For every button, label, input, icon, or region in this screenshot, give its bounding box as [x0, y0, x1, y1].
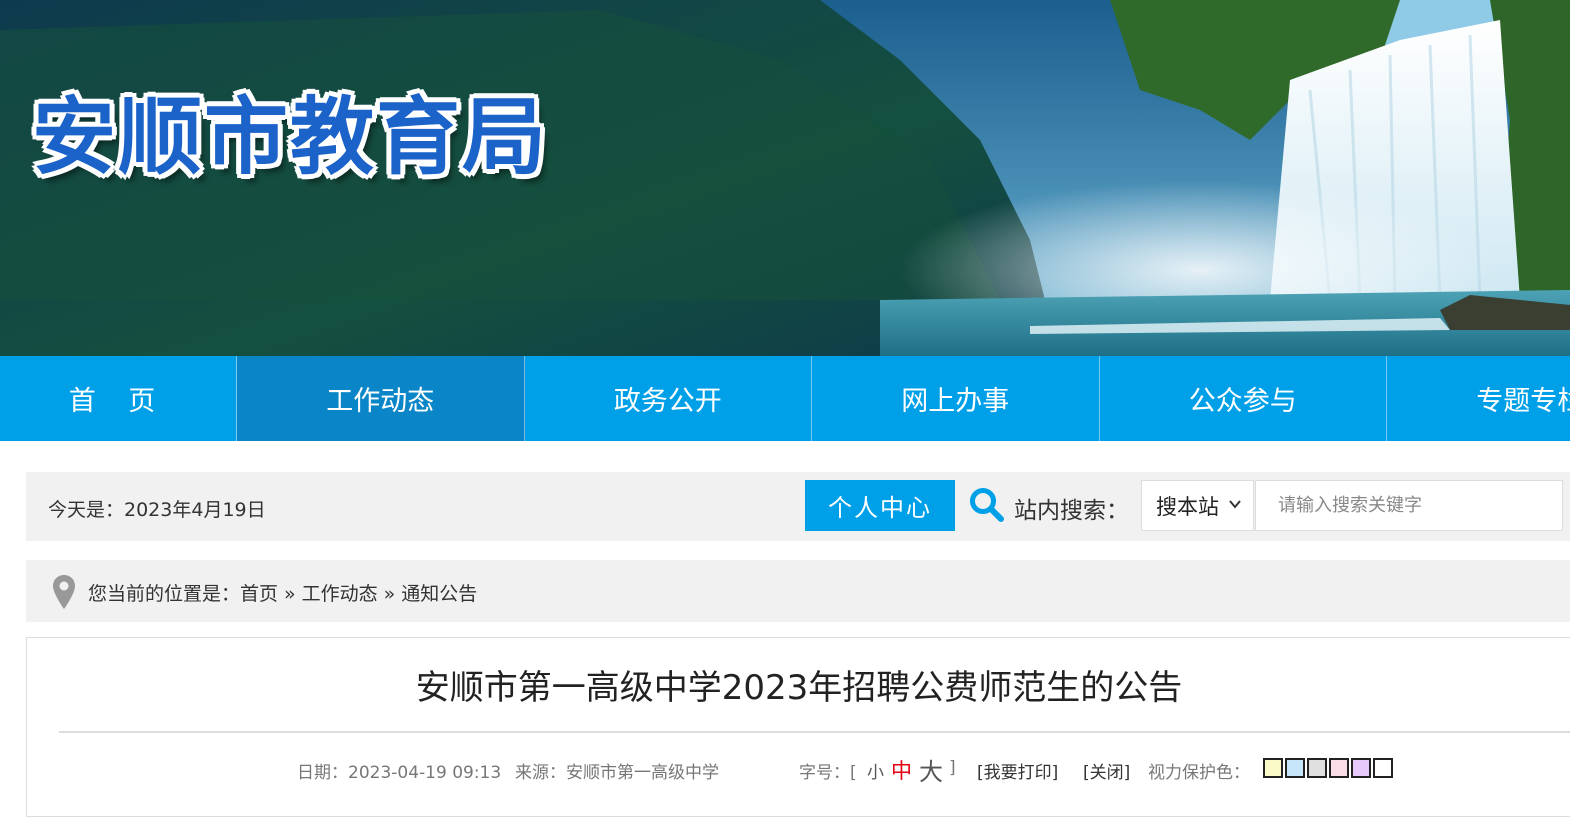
article-date: 日期：2023-04-19 09:13: [297, 763, 502, 783]
breadcrumb-home[interactable]: 首页: [240, 583, 278, 605]
article-title: 安顺市第一高级中学2023年招聘公费师范生的公告: [415, 668, 1183, 708]
print-button[interactable]: [我要打印]: [977, 758, 1058, 783]
eye-care-swatch-pink[interactable]: [1329, 758, 1349, 778]
eye-care-swatch-blue[interactable]: [1285, 758, 1305, 778]
close-button[interactable]: [关闭]: [1083, 758, 1130, 783]
search-scope-select[interactable]: 搜本站: [1141, 480, 1254, 531]
font-size-medium-button[interactable]: 中: [891, 755, 912, 785]
main-nav: 首 页 工作动态 政务公开 网上办事 公众参与 专题专栏: [0, 356, 1570, 441]
nav-item-gov-affairs[interactable]: 政务公开: [525, 356, 812, 441]
breadcrumb-work-news[interactable]: 工作动态: [302, 583, 378, 605]
font-size-small-button[interactable]: 小: [867, 758, 884, 783]
nav-item-special-topics[interactable]: 专题专栏: [1387, 356, 1570, 441]
breadcrumb: 您当前的位置是：首页» 工作动态» 通知公告: [88, 579, 477, 606]
font-size-large-button[interactable]: 大: [919, 752, 943, 787]
eye-care-label: 视力保护色：: [1148, 763, 1250, 783]
breadcrumb-bar: 您当前的位置是：首页» 工作动态» 通知公告: [26, 560, 1570, 622]
nav-item-online-services[interactable]: 网上办事: [812, 356, 1100, 441]
eye-care-swatch-yellow[interactable]: [1263, 758, 1283, 778]
site-title: 安顺市教育局: [32, 88, 549, 186]
search-input[interactable]: [1255, 480, 1563, 531]
title-divider: [59, 731, 1570, 733]
today-date: 今天是：2023年4月19日: [48, 499, 266, 521]
info-search-bar: 今天是：2023年4月19日 个人中心 站内搜索： 搜本站: [26, 472, 1570, 541]
personal-center-button[interactable]: 个人中心: [805, 480, 955, 531]
location-pin-icon: [53, 575, 75, 609]
header-banner: 安顺市教育局: [0, 0, 1570, 356]
nav-item-home[interactable]: 首 页: [0, 356, 237, 441]
chevron-down-icon: [1229, 500, 1241, 509]
article-source: 来源：安顺市第一高级中学: [515, 763, 719, 783]
breadcrumb-prefix: 您当前的位置是：: [88, 583, 241, 605]
eye-care-swatch-gray[interactable]: [1307, 758, 1327, 778]
eye-care-swatch-white[interactable]: [1373, 758, 1393, 778]
nav-item-work-news[interactable]: 工作动态: [237, 356, 525, 441]
font-size-close-bracket: ]: [949, 758, 956, 778]
article-panel: 安顺市第一高级中学2023年招聘公费师范生的公告 日期：2023-04-19 0…: [26, 637, 1570, 817]
search-label: 站内搜索：: [1014, 498, 1129, 524]
search-scope-value: 搜本站: [1156, 494, 1219, 519]
font-size-label: 字号：[: [799, 763, 857, 783]
eye-care-swatch-purple[interactable]: [1351, 758, 1371, 778]
nav-item-public-participation[interactable]: 公众参与: [1100, 356, 1387, 441]
breadcrumb-separator: »: [383, 583, 396, 605]
breadcrumb-notices[interactable]: 通知公告: [401, 583, 477, 605]
search-icon[interactable]: [968, 486, 1006, 524]
breadcrumb-separator: »: [284, 583, 296, 605]
article-meta: 日期：2023-04-19 09:13 来源：安顺市第一高级中学 字号：[ 小 …: [27, 755, 1570, 786]
